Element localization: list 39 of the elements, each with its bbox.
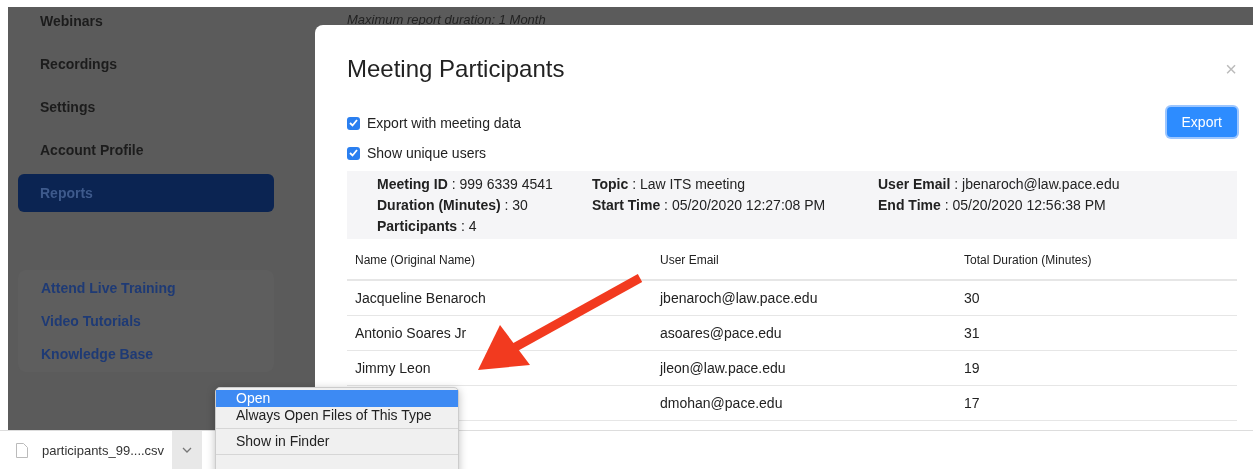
menu-item[interactable]: Always Open Files of This Type: [216, 407, 458, 424]
downloaded-file-name[interactable]: participants_99....csv: [42, 442, 172, 458]
table-cell: jbenaroch@law.pace.edu: [652, 280, 956, 316]
meeting-detail: Participants : 4: [377, 217, 478, 236]
checkbox[interactable]: [347, 146, 360, 160]
sidebar-item[interactable]: Recordings: [18, 42, 274, 85]
column-header: Name (Original Name): [347, 243, 652, 280]
help-link[interactable]: Knowledge Base: [41, 346, 274, 362]
column-header: Total Duration (Minutes): [956, 243, 1237, 280]
table-cell: 30: [956, 280, 1237, 316]
table-cell: 17: [956, 385, 1237, 421]
sidebar-item[interactable]: Account Profile: [18, 128, 274, 171]
meeting-detail: Topic : Law ITS meeting: [592, 175, 746, 194]
table-cell: jleon@law.pace.edu: [652, 350, 956, 386]
table-cell: 19: [956, 350, 1237, 386]
menu-item[interactable]: Open: [216, 390, 458, 407]
table-cell: asoares@pace.edu: [652, 315, 956, 351]
export-button[interactable]: Export: [1166, 107, 1237, 137]
meeting-detail: End Time : 05/20/2020 12:56:38 PM: [878, 196, 1107, 215]
meeting-detail: Start Time : 05/20/2020 12:27:08 PM: [592, 196, 827, 215]
meeting-detail: Duration (Minutes) : 30: [377, 196, 529, 215]
checkbox[interactable]: [347, 116, 360, 130]
file-icon: [16, 442, 28, 458]
sidebar-item[interactable]: Reports: [18, 174, 274, 212]
table-cell: 31: [956, 315, 1237, 351]
table-cell: dmohan@pace.edu: [652, 385, 956, 421]
help-link[interactable]: Attend Live Training: [41, 280, 274, 296]
sidebar-item[interactable]: Settings: [18, 85, 274, 128]
dialog-title: Meeting Participants: [347, 55, 565, 83]
column-header: User Email: [652, 243, 956, 280]
checkbox-label: Export with meeting data: [367, 115, 522, 131]
meeting-detail: Meeting ID : 999 6339 4541: [377, 175, 554, 194]
table-cell: Jacqueline Benaroch: [347, 280, 652, 316]
report-duration-note: Maximum report duration: 1 Month: [347, 12, 546, 27]
meeting-detail: User Email : jbenaroch@law.pace.edu: [878, 175, 1120, 194]
checkbox-label: Show unique users: [367, 145, 487, 161]
sidebar-item[interactable]: Webinars: [18, 7, 274, 42]
menu-item[interactable]: Show in Finder: [216, 433, 458, 450]
help-link[interactable]: Video Tutorials: [41, 313, 274, 329]
